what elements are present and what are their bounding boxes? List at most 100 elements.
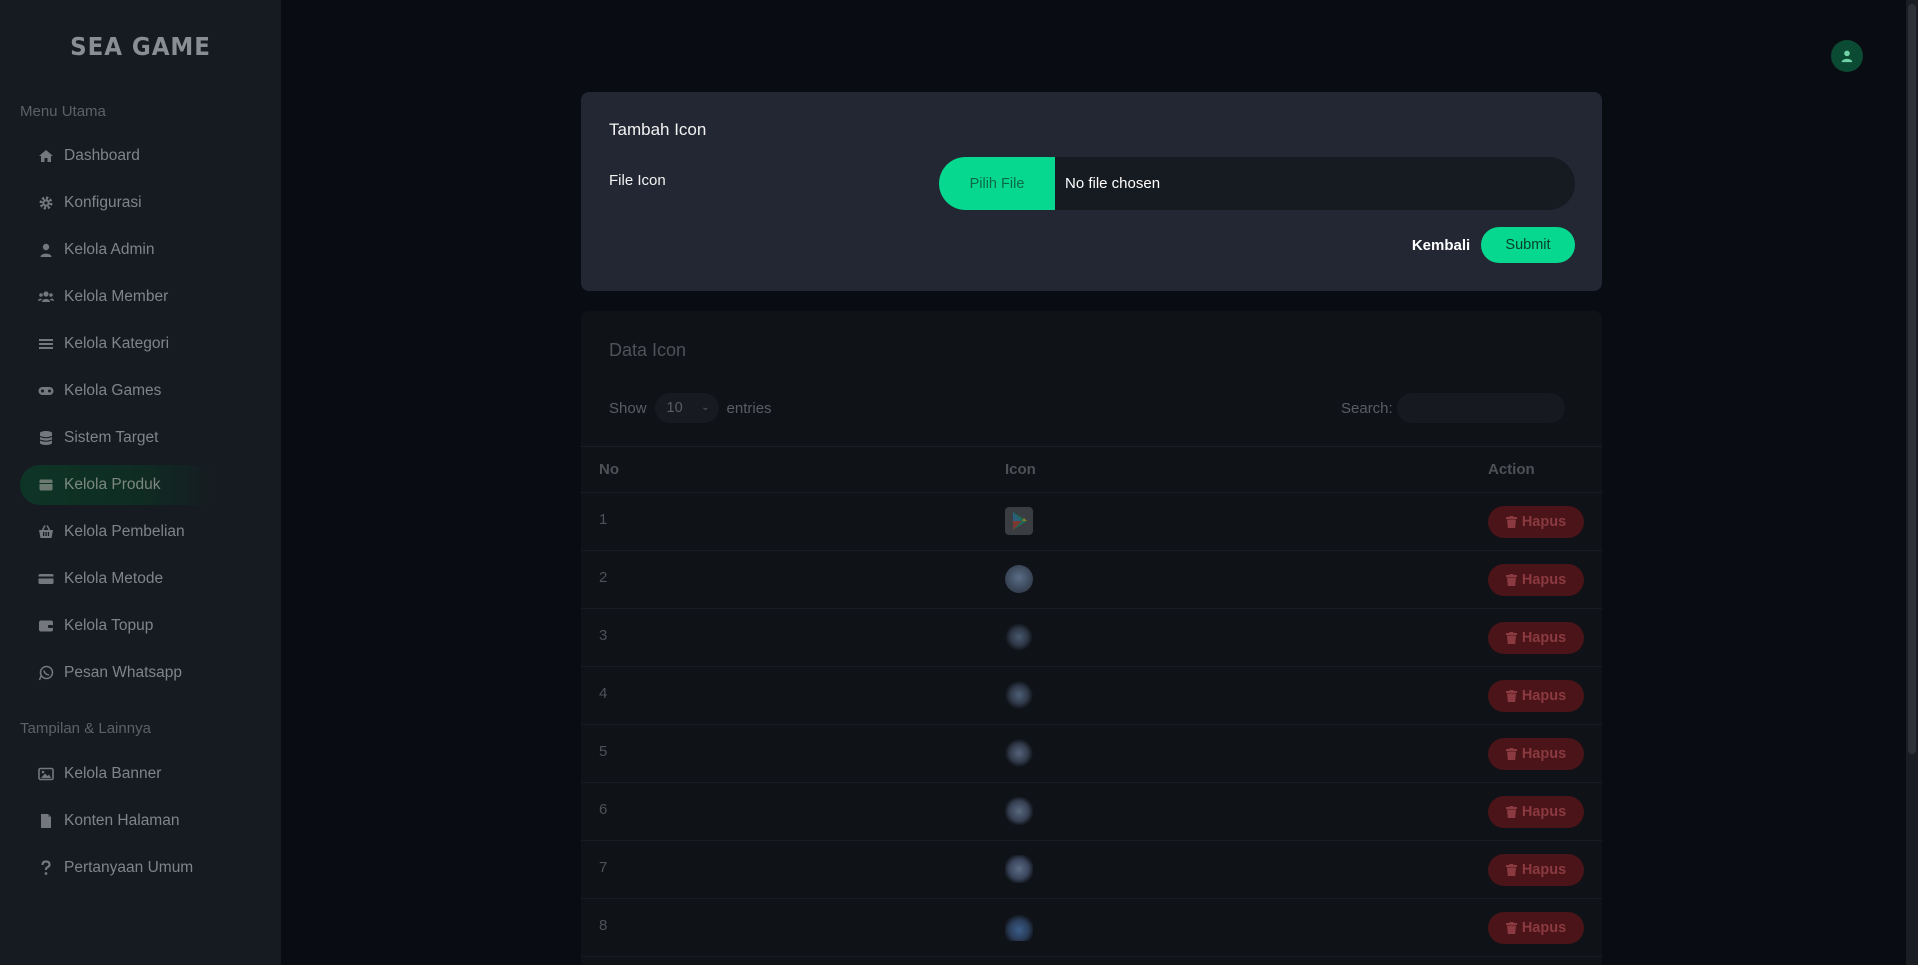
section-title-main: Menu Utama — [20, 103, 106, 120]
list-icon — [38, 336, 54, 352]
sidebar-item-sistem-target[interactable]: Sistem Target — [20, 418, 220, 458]
sidebar-item-label: Konten Halaman — [64, 812, 180, 829]
file-icon-label: File Icon — [609, 172, 666, 189]
delete-label: Hapus — [1521, 688, 1567, 704]
table-row: 8 Hapus — [581, 899, 1602, 957]
entries-length-control: Show 10 ⌄ entries — [609, 393, 772, 423]
trash-icon — [1505, 748, 1517, 760]
delete-label: Hapus — [1521, 630, 1567, 646]
game-item-icon — [1005, 565, 1033, 593]
gear-icon — [38, 195, 54, 211]
sidebar-item-label: Kelola Admin — [64, 241, 155, 258]
delete-button[interactable]: Hapus — [1488, 680, 1584, 712]
sidebar-item-label: Sistem Target — [64, 429, 159, 446]
table-row: 6 Hapus — [581, 783, 1602, 841]
delete-button[interactable]: Hapus — [1488, 854, 1584, 886]
row-number: 1 — [599, 511, 608, 528]
box-icon — [38, 477, 54, 493]
sidebar-item-dashboard[interactable]: Dashboard — [20, 136, 220, 176]
entries-select[interactable]: 10 ⌄ — [654, 393, 719, 423]
trash-icon — [1505, 806, 1517, 818]
brand-logo[interactable]: SEA GAME — [11, 32, 270, 61]
sidebar-item-label: Pertanyaan Umum — [64, 859, 194, 876]
choose-file-button[interactable]: Pilih File — [939, 157, 1055, 210]
basket-icon — [38, 524, 54, 540]
add-icon-modal: Tambah Icon File Icon Pilih File No file… — [581, 92, 1602, 291]
wallet-icon — [38, 618, 54, 634]
row-number: 5 — [599, 743, 608, 760]
row-number: 7 — [599, 859, 608, 876]
delete-button[interactable]: Hapus — [1488, 622, 1584, 654]
table-row: 5 Hapus — [581, 725, 1602, 783]
sidebar-item-konten-halaman[interactable]: Konten Halaman — [20, 801, 220, 841]
back-button[interactable]: Kembali — [1401, 227, 1481, 263]
game-item-icon — [1005, 855, 1033, 883]
table-row: 2 Hapus — [581, 551, 1602, 609]
delete-label: Hapus — [1521, 746, 1567, 762]
whatsapp-icon — [38, 665, 54, 681]
delete-button[interactable]: Hapus — [1488, 564, 1584, 596]
entries-label: entries — [726, 399, 772, 417]
delete-label: Hapus — [1521, 804, 1567, 820]
trash-icon — [1505, 922, 1517, 934]
sidebar: SEA GAME Menu Utama Dashboard Konfiguras… — [0, 0, 281, 965]
scrollbar-thumb[interactable] — [1908, 4, 1916, 754]
sidebar-item-konfigurasi[interactable]: Konfigurasi — [20, 183, 220, 223]
delete-button[interactable]: Hapus — [1488, 912, 1584, 944]
sidebar-item-kelola-produk[interactable]: Kelola Produk — [20, 465, 220, 505]
sidebar-item-label: Kelola Pembelian — [64, 523, 185, 540]
trash-icon — [1505, 690, 1517, 702]
search-input[interactable] — [1396, 393, 1565, 423]
user-avatar[interactable] — [1831, 40, 1863, 72]
section-title-other: Tampilan & Lainnya — [20, 720, 151, 737]
sidebar-item-label: Konfigurasi — [64, 194, 142, 211]
sidebar-item-label: Kelola Member — [64, 288, 169, 305]
game-item-icon — [1005, 623, 1033, 651]
trash-icon — [1505, 574, 1517, 586]
delete-button[interactable]: Hapus — [1488, 738, 1584, 770]
page-scrollbar[interactable] — [1906, 0, 1918, 965]
delete-button[interactable]: Hapus — [1488, 506, 1584, 538]
users-icon — [38, 289, 54, 305]
delete-label: Hapus — [1521, 862, 1567, 878]
sidebar-item-kelola-banner[interactable]: Kelola Banner — [20, 754, 220, 794]
sidebar-item-kelola-member[interactable]: Kelola Member — [20, 277, 220, 317]
sidebar-item-label: Kelola Kategori — [64, 335, 170, 352]
sidebar-item-kelola-metode[interactable]: Kelola Metode — [20, 559, 220, 599]
game-item-icon — [1005, 913, 1033, 941]
sidebar-item-kelola-topup[interactable]: Kelola Topup — [20, 606, 220, 646]
row-number: 2 — [599, 569, 608, 586]
sidebar-item-kelola-pembelian[interactable]: Kelola Pembelian — [20, 512, 220, 552]
table-header: No Icon Action — [581, 446, 1602, 493]
file-icon — [38, 813, 54, 829]
column-header-icon[interactable]: Icon — [1005, 461, 1036, 478]
sidebar-item-kelola-admin[interactable]: Kelola Admin — [20, 230, 220, 270]
row-number: 8 — [599, 917, 608, 934]
delete-button[interactable]: Hapus — [1488, 796, 1584, 828]
file-icon-input[interactable]: Pilih File No file chosen — [939, 157, 1575, 210]
sidebar-item-label: Kelola Produk — [64, 476, 161, 493]
sidebar-item-label: Kelola Banner — [64, 765, 162, 782]
database-icon — [38, 430, 54, 446]
submit-button[interactable]: Submit — [1481, 227, 1575, 263]
sidebar-item-label: Kelola Metode — [64, 570, 164, 587]
home-icon — [38, 148, 54, 164]
play-store-icon — [1005, 507, 1033, 535]
row-number: 4 — [599, 685, 608, 702]
table-row: 4 Hapus — [581, 667, 1602, 725]
sidebar-item-label: Kelola Topup — [64, 617, 154, 634]
search-label: Search: — [1341, 399, 1393, 417]
entries-select-value: 10 — [666, 400, 683, 416]
file-status-text: No file chosen — [1065, 175, 1161, 192]
sidebar-item-kelola-kategori[interactable]: Kelola Kategori — [20, 324, 220, 364]
column-header-no[interactable]: No — [599, 461, 619, 478]
table-row: 1 Hapus — [581, 493, 1602, 551]
delete-label: Hapus — [1521, 920, 1567, 936]
data-icon-card: Data Icon Show 10 ⌄ entries Search: No I… — [581, 311, 1602, 965]
column-header-action[interactable]: Action — [1488, 461, 1535, 478]
sidebar-item-kelola-games[interactable]: Kelola Games — [20, 371, 220, 411]
sidebar-item-pesan-whatsapp[interactable]: Pesan Whatsapp — [20, 653, 220, 693]
sidebar-item-pertanyaan-umum[interactable]: Pertanyaan Umum — [20, 848, 220, 888]
delete-label: Hapus — [1521, 514, 1567, 530]
row-number: 3 — [599, 627, 608, 644]
